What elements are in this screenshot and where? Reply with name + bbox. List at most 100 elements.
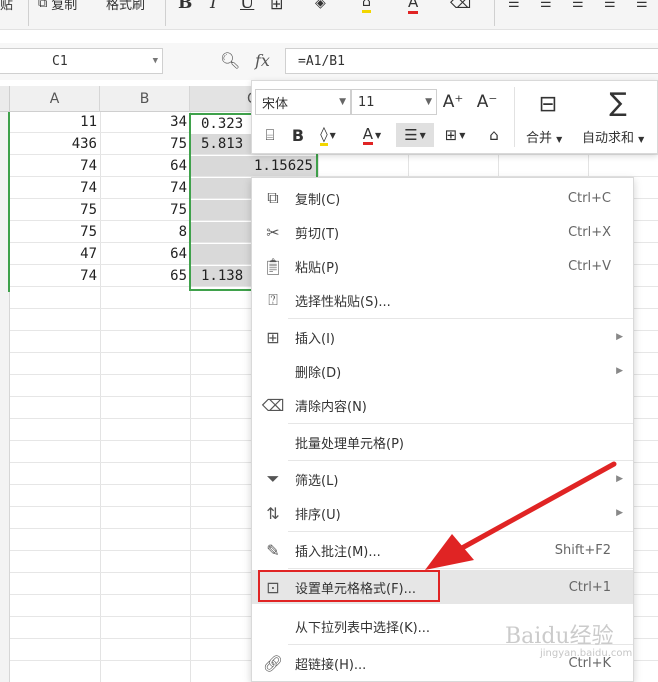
menu-separator (288, 460, 633, 461)
cell-b6[interactable]: 8 (100, 222, 190, 242)
submenu-arrow-icon: ▶ (616, 366, 623, 376)
menu-item-paste[interactable]: 📋︎ 粘贴(P) Ctrl+V (252, 249, 633, 283)
wrap-button[interactable]: ☰ (636, 0, 648, 14)
font-color-letter: A (362, 124, 374, 145)
align-left-button[interactable]: ☰ (508, 0, 520, 14)
cell-a8[interactable]: 74 (10, 266, 100, 286)
cell-a7[interactable]: 47 (10, 244, 100, 264)
cell-a1[interactable]: 11 (10, 112, 100, 132)
align-right-icon: ☰ (572, 0, 584, 11)
cell-a2[interactable]: 436 (10, 134, 100, 154)
align-left-icon: ☰ (508, 0, 520, 11)
menu-item-label: 排序(U) (295, 507, 341, 523)
toolbar-divider (165, 0, 166, 26)
zoom-search-icon[interactable]: 🔍︎ (220, 51, 240, 70)
font-name-select[interactable]: 宋体 ▼ (255, 89, 351, 115)
formula-input[interactable]: =A1/B1 (285, 48, 658, 74)
menu-item-batch-process[interactable]: 批量处理单元格(P) (252, 425, 633, 459)
cell-b1[interactable]: 34 (100, 112, 190, 132)
cell-c3[interactable]: 1.15625 (191, 156, 317, 176)
menu-item-label: 粘贴(P) (295, 260, 339, 276)
chevron-down-icon: ▼ (339, 97, 346, 107)
italic-button[interactable]: I (210, 0, 217, 14)
border-button-mini[interactable]: ⊞ ▼ (438, 123, 472, 147)
align-center-button[interactable]: ☰ (540, 0, 552, 14)
select-all-corner[interactable] (0, 86, 10, 112)
fill-color-button[interactable]: ◈ (315, 0, 326, 14)
autosum-button[interactable]: 自动求和 ▼ (582, 127, 644, 146)
format-painter-button[interactable]: 格式刷 (106, 0, 145, 14)
bold-button-mini[interactable]: B (286, 123, 310, 147)
menu-item-label: 选择性粘贴(S)... (295, 294, 391, 310)
menu-item-shortcut: Ctrl+X (568, 224, 611, 240)
align-icon[interactable]: ⌸ (258, 123, 282, 147)
scissors-icon: ✂ (266, 222, 280, 242)
menu-item-sort[interactable]: ⇅ 排序(U) ▶ (252, 496, 633, 530)
menu-item-shortcut: Ctrl+1 (568, 579, 611, 595)
menu-item-label: 从下拉列表中选择(K)... (295, 620, 431, 636)
menu-item-format-cells[interactable]: ⊡ 设置单元格格式(F)... Ctrl+1 (252, 570, 633, 604)
cell-a4[interactable]: 74 (10, 178, 100, 198)
cell-b7[interactable]: 64 (100, 244, 190, 264)
cell-b5[interactable]: 75 (100, 200, 190, 220)
font-color-button[interactable]: A (408, 0, 419, 14)
cell-a5[interactable]: 75 (10, 200, 100, 220)
chevron-down-icon[interactable]: ▼ (153, 56, 158, 66)
menu-item-label: 超链接(H)... (295, 657, 367, 673)
mini-toolbar-divider (514, 87, 515, 147)
bold-button[interactable]: B (178, 0, 192, 14)
menu-item-filter[interactable]: ⏷ 筛选(L) ▶ (252, 462, 633, 496)
column-header-b[interactable]: B (100, 86, 190, 112)
cell-b2[interactable]: 75 (100, 134, 190, 154)
clear-format-button[interactable]: ⌫ (450, 0, 471, 14)
menu-item-label: 设置单元格格式(F)... (295, 581, 417, 597)
italic-label: I (210, 0, 217, 13)
name-box-value: C1 (52, 53, 68, 69)
paste-button[interactable]: 贴 (0, 0, 13, 14)
align-center-button-mini[interactable]: ☰ ▼ (396, 123, 434, 147)
menu-item-label: 剪切(T) (295, 226, 340, 242)
name-box[interactable]: C1 ▼ (0, 48, 163, 74)
menu-item-cut[interactable]: ✂ 剪切(T) Ctrl+X (252, 215, 633, 249)
menu-item-clear-contents[interactable]: ⌫ 清除内容(N) (252, 388, 633, 422)
menu-item-delete[interactable]: 删除(D) ▶ (252, 354, 633, 388)
menu-item-shortcut: Ctrl+V (568, 258, 611, 274)
cell-a3[interactable]: 74 (10, 156, 100, 176)
eraser-icon: ⌫ (261, 395, 285, 415)
menu-item-shortcut: Ctrl+C (567, 190, 611, 206)
cell-b3[interactable]: 64 (100, 156, 190, 176)
highlight-button[interactable]: ⌂ (362, 0, 371, 14)
underline-button[interactable]: U (240, 0, 254, 14)
align-center-icon: ☰ (540, 0, 552, 11)
align-justify-button[interactable]: ☰ (604, 0, 616, 14)
menu-item-copy[interactable]: ⧉ 复制(C) Ctrl+C (252, 181, 633, 215)
insert-cells-icon: ⊞ (266, 327, 280, 347)
copy-button[interactable]: ⧉ 复制 (38, 0, 77, 14)
eraser-icon[interactable]: ⌂ (480, 123, 508, 147)
copy-icon: ⧉ (267, 188, 279, 207)
cell-b8[interactable]: 65 (100, 266, 190, 286)
watermark-logo: Baidu经验 (505, 624, 614, 649)
shrink-font-button[interactable]: A⁻ (474, 89, 500, 115)
context-menu: ⧉ 复制(C) Ctrl+C ✂ 剪切(T) Ctrl+X 📋︎ 粘贴(P) C… (251, 177, 634, 682)
cell-b4[interactable]: 74 (100, 178, 190, 198)
cell-a6[interactable]: 75 (10, 222, 100, 242)
paste-special-icon: ⍰ (268, 290, 278, 309)
grow-font-button[interactable]: A⁺ (440, 89, 466, 115)
sigma-icon[interactable]: ∑ (598, 85, 638, 121)
menu-item-insert[interactable]: ⊞ 插入(I) ▶ (252, 320, 633, 354)
font-color-button-mini[interactable]: A ▼ (358, 123, 386, 147)
menu-item-label: 插入批注(M)... (295, 544, 381, 560)
align-right-button[interactable]: ☰ (572, 0, 584, 14)
border-button[interactable]: ⊞ (270, 0, 283, 14)
menu-item-paste-special[interactable]: ⍰ 选择性粘贴(S)... (252, 283, 633, 317)
column-header-a[interactable]: A (10, 86, 100, 112)
fx-icon[interactable]: fx (255, 51, 270, 70)
merge-cells-icon[interactable]: ⊟ (528, 87, 568, 121)
paste-label: 贴 (0, 0, 14, 13)
fill-bucket-icon[interactable]: ◊ ▼ (314, 123, 342, 147)
merge-button[interactable]: 合并 ▼ (526, 127, 562, 146)
font-size-select[interactable]: 11 ▼ (351, 89, 437, 115)
menu-item-insert-comment[interactable]: ✎ 插入批注(M)... Shift+F2 (252, 533, 633, 567)
menu-item-label: 复制(C) (295, 192, 341, 208)
